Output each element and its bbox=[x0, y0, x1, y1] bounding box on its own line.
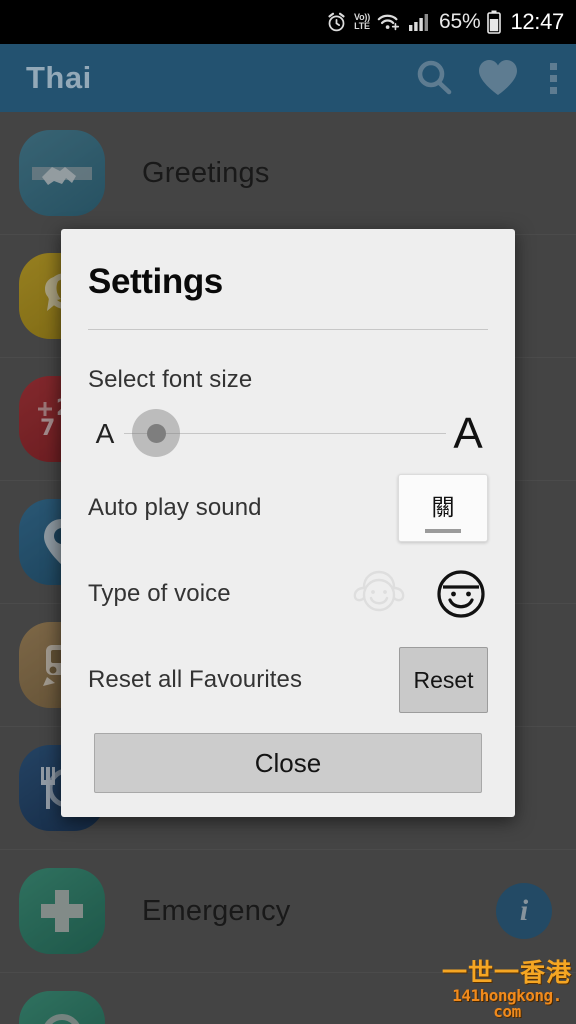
voice-type-options bbox=[352, 567, 488, 621]
auto-play-sound-toggle-value: 關 bbox=[431, 495, 455, 521]
auto-play-sound-row: Auto play sound 關 bbox=[88, 465, 488, 551]
search-icon[interactable] bbox=[402, 44, 466, 112]
slider-thumb[interactable] bbox=[132, 409, 180, 457]
battery-icon bbox=[487, 10, 502, 34]
font-size-slider-row[interactable]: A A bbox=[88, 403, 488, 465]
handshake-icon bbox=[19, 130, 105, 216]
voice-type-row: Type of voice bbox=[88, 551, 488, 637]
dialog-title-divider bbox=[88, 329, 488, 330]
close-button[interactable]: Close bbox=[94, 733, 482, 793]
menu-dot bbox=[549, 86, 557, 94]
volte-line-2: LTE bbox=[354, 21, 370, 31]
volte-icon: Vo)) LTE bbox=[354, 13, 370, 31]
heart-icon[interactable] bbox=[466, 44, 530, 112]
overflow-menu-icon[interactable] bbox=[530, 44, 576, 112]
reset-favourites-row: Reset all Favourites Reset bbox=[88, 637, 488, 723]
menu-dot bbox=[549, 62, 557, 70]
wifi-icon bbox=[377, 12, 401, 32]
dialog-title: Settings bbox=[88, 262, 223, 301]
list-item[interactable]: Emergency i bbox=[0, 850, 576, 973]
status-clock: 12:47 bbox=[510, 9, 564, 34]
list-item[interactable]: Greetings bbox=[0, 112, 576, 235]
phone-screen: Greetings 2 7 3 bbox=[0, 0, 576, 1024]
font-size-label: Select font size bbox=[88, 366, 253, 393]
settings-dialog: Settings Select font size A A Auto play … bbox=[61, 229, 515, 817]
status-bar: Vo)) LTE 65% 12:47 bbox=[0, 0, 576, 44]
voice-type-label: Type of voice bbox=[88, 580, 231, 607]
reset-button[interactable]: Reset bbox=[399, 647, 488, 713]
female-face-icon[interactable] bbox=[352, 567, 406, 621]
signal-bars-icon bbox=[408, 12, 432, 32]
svg-text:7: 7 bbox=[40, 416, 55, 441]
page-title: Thai bbox=[26, 60, 92, 95]
menu-dot bbox=[549, 74, 557, 82]
medical-cross-icon bbox=[19, 868, 105, 954]
list-item-label: Greetings bbox=[142, 156, 270, 189]
battery-percent-label: 65% bbox=[439, 10, 481, 33]
watermark-chinese-text: 一世一香港 bbox=[442, 958, 573, 987]
auto-play-sound-toggle[interactable]: 關 bbox=[398, 474, 488, 542]
large-a-marker: A bbox=[453, 409, 483, 458]
info-icon[interactable]: i bbox=[496, 883, 552, 939]
toggle-underline bbox=[425, 529, 461, 533]
font-size-slider[interactable] bbox=[124, 403, 446, 465]
male-face-icon[interactable] bbox=[434, 567, 488, 621]
auto-play-sound-label: Auto play sound bbox=[88, 494, 262, 521]
alarm-clock-icon bbox=[326, 12, 347, 33]
watermark: 一世一香港 141hongkong. com bbox=[442, 960, 572, 1020]
small-a-marker: A bbox=[95, 418, 115, 449]
app-bar: Thai bbox=[0, 44, 576, 112]
watermark-url-text: 141hongkong. com bbox=[452, 986, 562, 1021]
phone-icon bbox=[19, 991, 105, 1024]
reset-favourites-label: Reset all Favourites bbox=[88, 666, 303, 693]
list-item-label: Emergency bbox=[142, 894, 291, 927]
